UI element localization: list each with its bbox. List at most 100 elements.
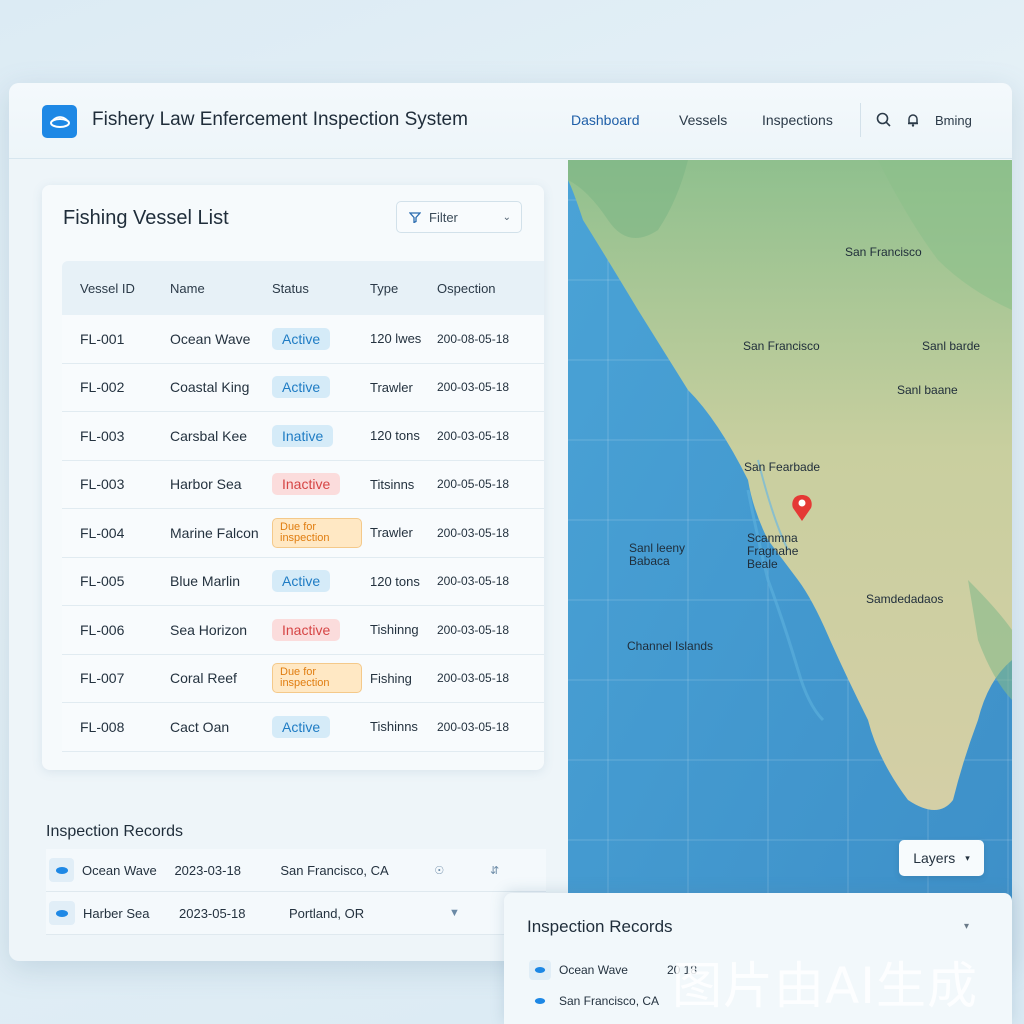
inspection-date: 200-03-05-18 xyxy=(437,574,510,589)
table-row[interactable]: FL-006 Sea Horizon Inactive Tishinng 200-03-… xyxy=(62,606,544,655)
tag-icon[interactable]: ▼ xyxy=(449,907,507,919)
status-cell: Inactive xyxy=(262,618,362,641)
nav-vessels[interactable]: Vessels xyxy=(679,112,727,128)
nav-inspections[interactable]: Inspections xyxy=(762,112,833,128)
table-header: Vessel ID Name Status Type Ospection xyxy=(62,261,544,315)
status-badge: Inactive xyxy=(272,473,341,496)
record-location: San Francisco, CA xyxy=(280,862,389,878)
download-icon[interactable]: ⇵ xyxy=(490,864,546,877)
vessel-table: Vessel ID Name Status Type Ospection FL-… xyxy=(62,261,544,752)
vessel-name: Sea Horizon xyxy=(170,621,248,638)
top-header: Fishery Law Enfercement Inspection Syste… xyxy=(9,83,1012,159)
nav-dashboard[interactable]: Dashboard xyxy=(571,112,640,128)
search-icon[interactable] xyxy=(875,111,893,129)
map-label: Scanmna Fragnahe Beale xyxy=(747,531,799,571)
fish-icon xyxy=(49,901,75,925)
map-label: Channel Islands xyxy=(627,639,714,653)
status-badge: Active xyxy=(272,570,331,593)
app-window: Fishery Law Enfercement Inspection Syste… xyxy=(9,83,1012,961)
vessel-id: FL-005 xyxy=(80,573,125,590)
vessel-type: Trawler xyxy=(370,379,413,395)
col-type[interactable]: Type xyxy=(362,281,437,296)
vessel-type: Fishing xyxy=(370,670,412,686)
map-label: Sanl baane xyxy=(897,383,958,397)
vessel-id: FL-002 xyxy=(80,379,125,396)
col-status[interactable]: Status xyxy=(262,281,362,296)
vessel-type: 120 lwes xyxy=(370,331,422,347)
status-badge: Active xyxy=(272,376,331,399)
record-vessel-name: Ocean Wave xyxy=(559,963,628,977)
status-badge: Inative xyxy=(272,424,334,447)
vessel-type: Tishinns xyxy=(370,719,418,735)
layers-button[interactable]: Layers ▾ xyxy=(899,840,984,876)
vessel-name: Harbor Sea xyxy=(170,476,242,493)
status-badge: Due for inspection xyxy=(272,663,362,694)
inspection-date: 200-03-05-18 xyxy=(437,622,510,637)
inspection-records-title: Inspection Records xyxy=(46,823,183,840)
filter-icon xyxy=(409,211,421,223)
map-label: Samdedadaos xyxy=(866,592,944,606)
vessel-name: Blue Marlin xyxy=(170,573,241,590)
col-name[interactable]: Name xyxy=(157,281,262,296)
vessel-name: Marine Falcon xyxy=(170,524,259,541)
table-row[interactable]: FL-005 Blue Marlin Active 120 tons 200-03-05… xyxy=(62,557,544,606)
ai-watermark: 图片由AI生成 xyxy=(672,957,978,1015)
user-name[interactable]: Bming xyxy=(935,113,972,128)
vessel-id: FL-004 xyxy=(80,524,125,541)
record-vessel-name: Ocean Wave xyxy=(82,862,157,878)
status-badge: Active xyxy=(272,327,331,350)
map-label: Sanl barde xyxy=(922,339,981,353)
vessel-list-card: Fishing Vessel List Filter ⌄ Vessel ID N… xyxy=(42,185,544,770)
inspection-date: 200-05-05-18 xyxy=(437,477,510,492)
record-row[interactable]: Harber Sea 2023-05-18 Portland, OR ▼ xyxy=(46,892,546,935)
bell-icon[interactable] xyxy=(904,111,922,129)
col-inspection[interactable]: Ospection xyxy=(437,281,544,296)
status-cell: Active xyxy=(262,376,362,399)
table-row[interactable]: FL-007 Coral Reef Due for inspection Fishin… xyxy=(62,654,544,703)
status-cell: Active xyxy=(262,327,362,350)
status-badge: Active xyxy=(272,715,331,738)
record-date: 2023-03-18 xyxy=(174,862,241,878)
record-date: 2023-05-18 xyxy=(179,905,246,921)
inspection-date: 200-03-05-18 xyxy=(437,525,510,540)
vessel-name: Ocean Wave xyxy=(170,330,251,347)
view-icon[interactable]: ☉ xyxy=(434,864,490,877)
vessel-type: Tishinng xyxy=(370,622,419,638)
record-location: Portland, OR xyxy=(289,905,365,921)
map-label: San Francisco xyxy=(743,339,820,353)
vessel-type: 120 tons xyxy=(370,428,420,444)
vessel-type: Titsinns xyxy=(370,476,415,492)
layers-label: Layers xyxy=(913,850,956,866)
table-row[interactable]: FL-008 Cact Oan Active Tishinns 200-03-05-18 xyxy=(62,703,544,752)
vessel-name: Cact Oan xyxy=(170,718,230,735)
map-label: San Fearbade xyxy=(744,460,821,474)
table-row[interactable]: FL-002 Coastal King Active Trawler 200-03-05… xyxy=(62,363,544,412)
status-cell: Due for inspection xyxy=(262,517,362,548)
status-cell: Due for inspection xyxy=(262,663,362,694)
vessel-id: FL-003 xyxy=(80,476,125,493)
col-vessel-id[interactable]: Vessel ID xyxy=(62,281,157,296)
status-cell: Active xyxy=(262,715,362,738)
status-badge: Due for inspection xyxy=(272,517,362,548)
table-row[interactable]: FL-003 Carsbal Kee Inative 120 tons 200-03-0… xyxy=(62,412,544,461)
inspection-date: 200-03-05-18 xyxy=(437,671,510,686)
table-row[interactable]: FL-001 Ocean Wave Active 120 lwes 200-08-05-… xyxy=(62,315,544,364)
status-badge: Inactive xyxy=(272,618,341,641)
status-cell: Active xyxy=(262,570,362,593)
inspection-date: 200-08-05-18 xyxy=(437,331,510,346)
filter-label: Filter xyxy=(429,209,458,225)
vessel-name: Carsbal Kee xyxy=(170,427,248,444)
filter-button[interactable]: Filter ⌄ xyxy=(396,201,522,233)
chevron-down-icon: ▾ xyxy=(965,852,970,863)
vessel-id: FL-008 xyxy=(80,718,125,735)
map-view[interactable]: San Francisco San Francisco Sanl barde S… xyxy=(568,160,1012,961)
record-vessel-name: Harber Sea xyxy=(83,905,150,921)
table-row[interactable]: FL-004 Marine Falcon Due for inspection Tra… xyxy=(62,509,544,558)
fish-icon xyxy=(529,991,551,1011)
app-title: Fishery Law Enfercement Inspection Syste… xyxy=(92,109,468,130)
record-row[interactable]: Ocean Wave 2023-03-18 San Francisco, CA … xyxy=(46,849,546,892)
record-location: San Francisco, CA xyxy=(559,994,660,1008)
table-row[interactable]: FL-003 Harbor Sea Inactive Titsinns 200-05-0… xyxy=(62,460,544,509)
status-cell: Inative xyxy=(262,424,362,447)
chevron-down-icon[interactable]: ▾ xyxy=(964,921,969,932)
